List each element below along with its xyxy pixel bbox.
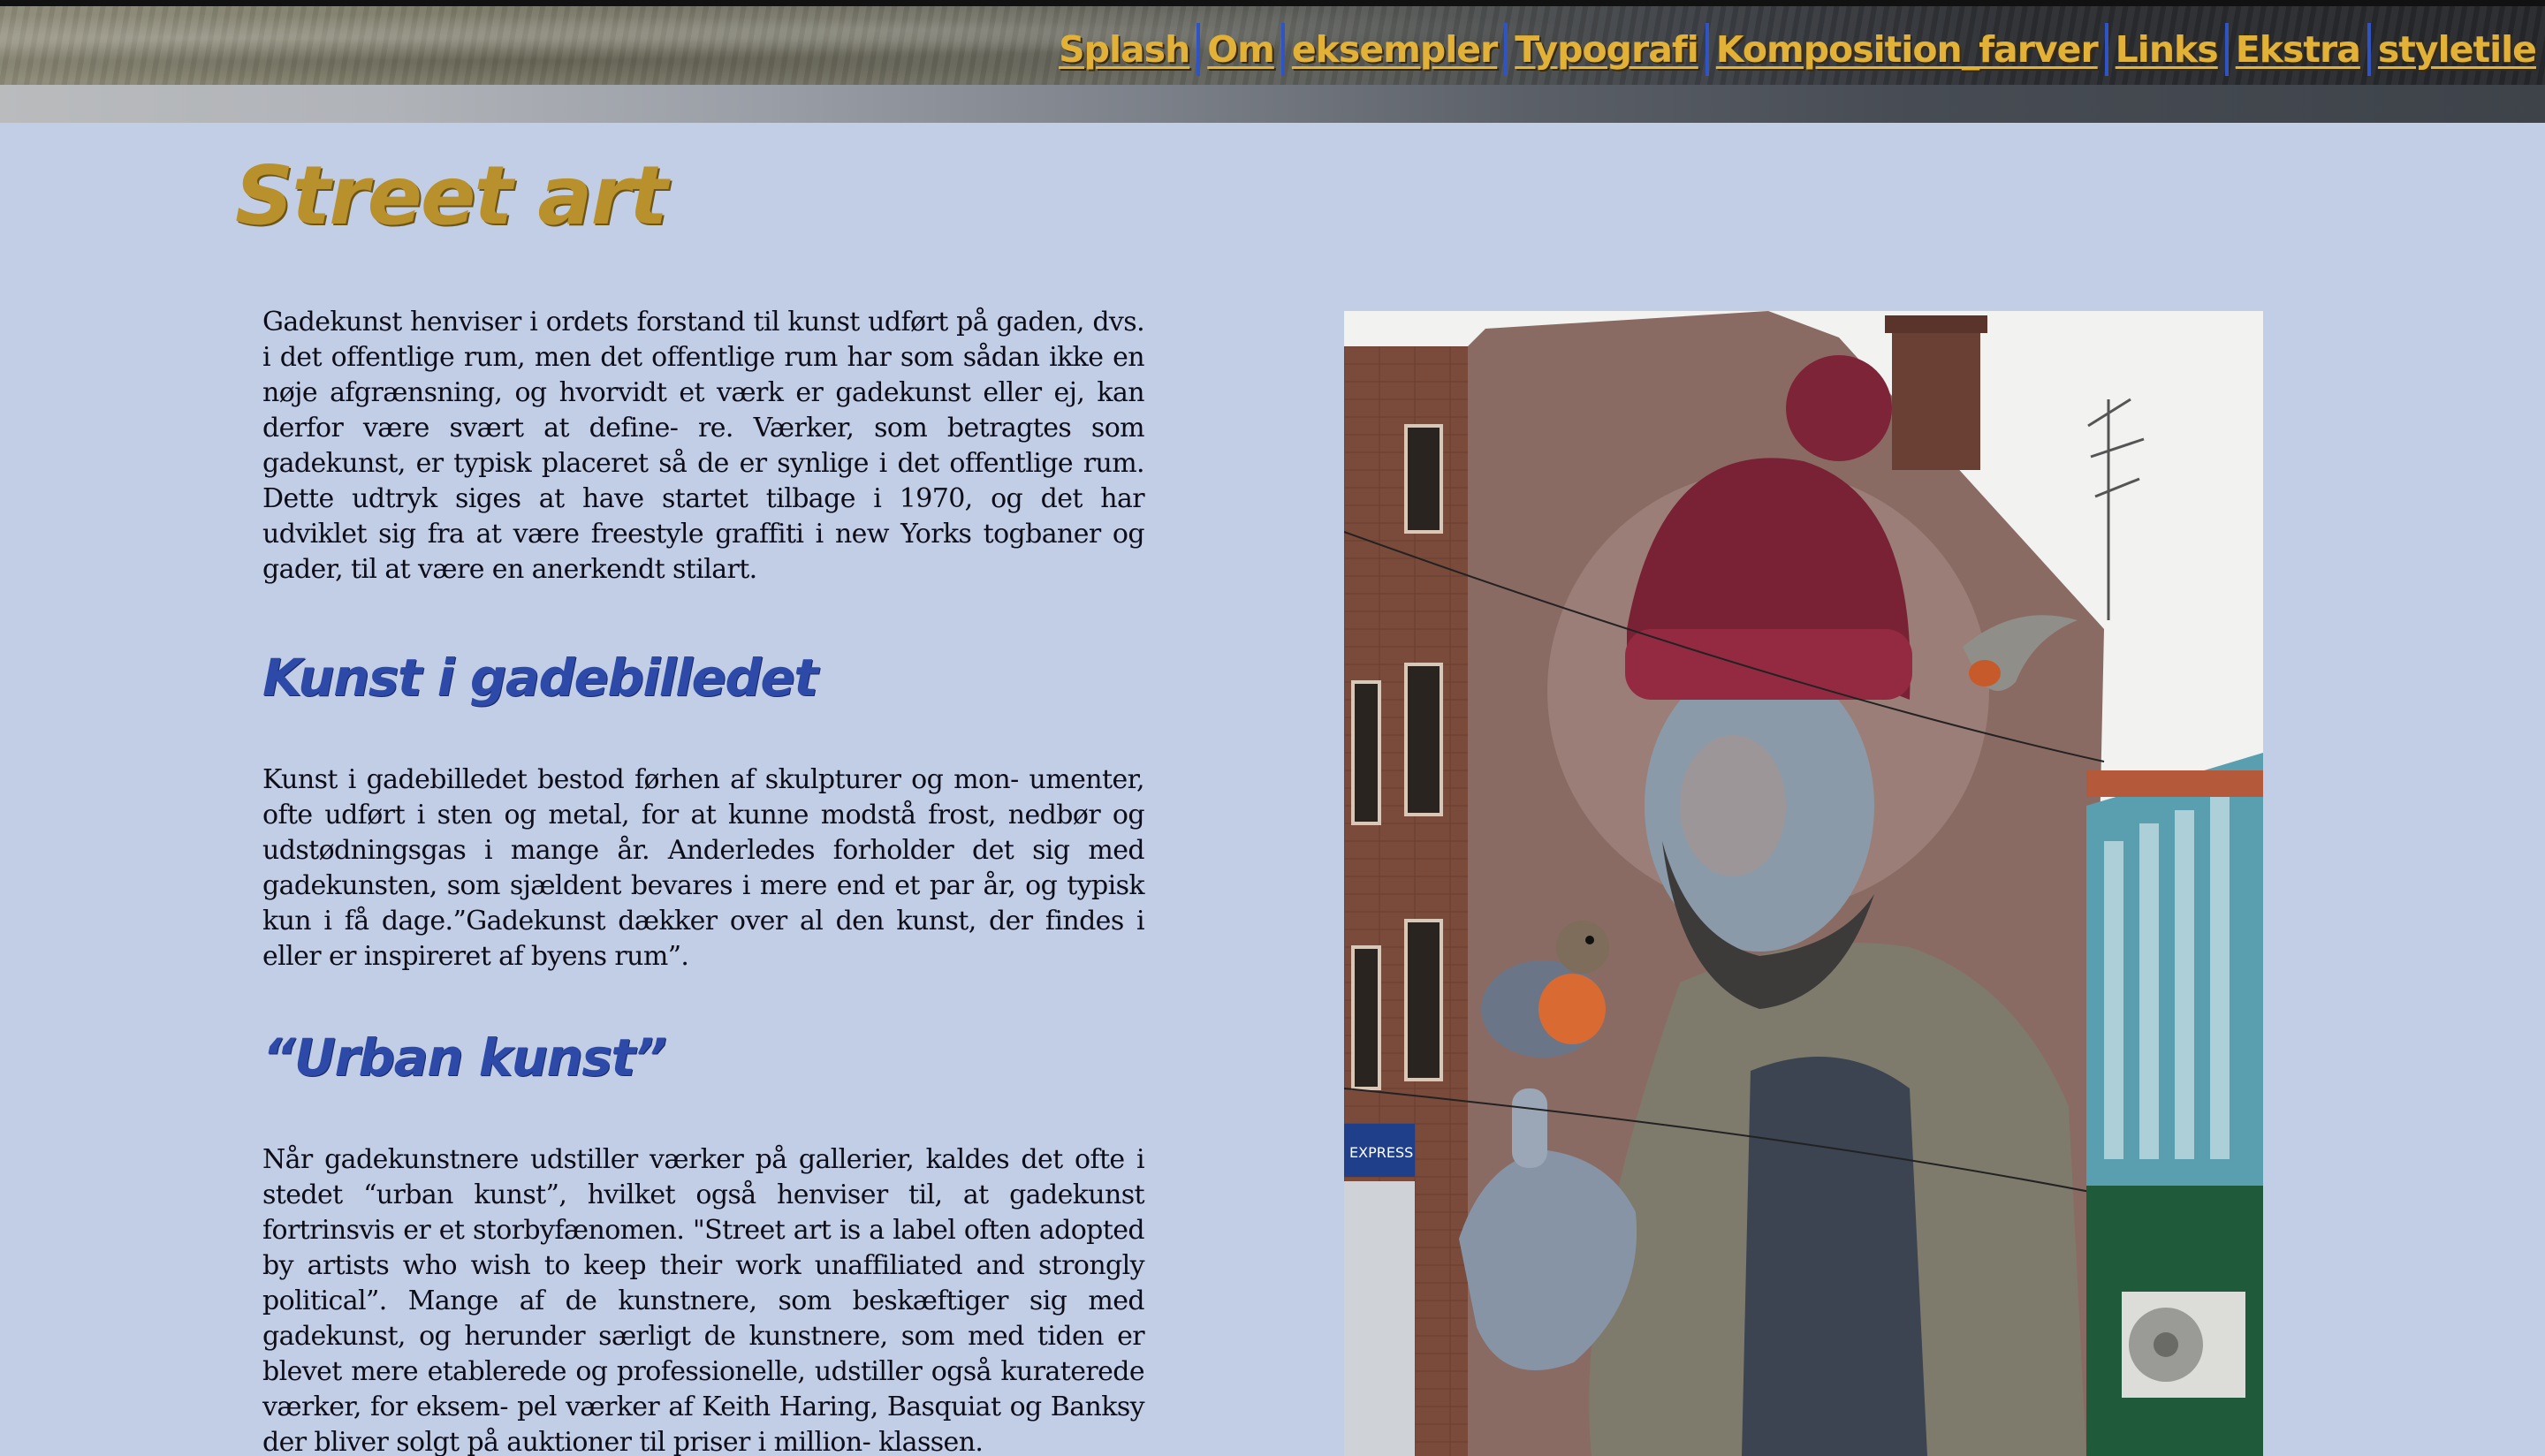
nav-separator <box>1504 23 1508 76</box>
nav-link-komposition-farver[interactable]: Komposition_farver <box>1711 28 2103 71</box>
intro-paragraph: Gadekunst henviser i ordets forstand til… <box>262 307 1145 585</box>
nav-separator <box>1197 23 1201 76</box>
nav-link-links[interactable]: Links <box>2110 28 2223 71</box>
nav-separator <box>2224 23 2229 76</box>
article-content: Gadekunst henviser i ordets forstand til… <box>262 305 1145 1456</box>
header-top-edge <box>0 0 2545 6</box>
section-heading-kunst-i-gadebilledet: Kunst i gadebilledet <box>262 648 818 708</box>
header-banner: Splash Om eksempler Typografi Kompositio… <box>0 0 2545 124</box>
nav-link-typografi[interactable]: Typografi <box>1509 28 1703 71</box>
nav-link-eksempler[interactable]: eksempler <box>1287 28 1502 71</box>
nav-separator <box>2366 23 2371 76</box>
nav-separator <box>1280 23 1285 76</box>
nav-link-om[interactable]: Om <box>1202 28 1280 71</box>
nav-separator <box>1705 23 1709 76</box>
nav-link-ekstra[interactable]: Ekstra <box>2230 28 2366 71</box>
nav-link-styletile[interactable]: styletile <box>2373 28 2541 71</box>
nav-separator <box>2104 23 2108 76</box>
section-heading-urban-kunst: “Urban kunst” <box>262 1028 667 1088</box>
paragraph-urban-kunst: Når gadekunstnere udstiller værker på ga… <box>262 1144 1145 1456</box>
shop-sign-text: EXPRESS <box>1349 1144 1413 1161</box>
street-art-mural-photo: EXPRESS <box>1344 311 2263 1456</box>
nav-link-splash[interactable]: Splash <box>1053 28 1195 71</box>
header-gradient-stripe <box>0 85 2545 123</box>
paragraph-kunst-i-gadebilledet: Kunst i gadebilledet bestod førhen af sk… <box>262 764 1145 972</box>
page-title: Street art <box>235 148 668 243</box>
main-nav: Splash Om eksempler Typografi Kompositio… <box>1053 23 2541 76</box>
